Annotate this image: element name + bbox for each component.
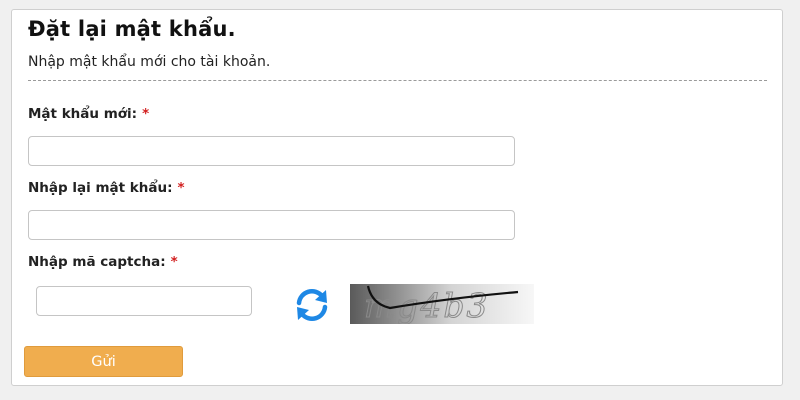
new-password-label-text: Mật khẩu mới: bbox=[28, 106, 138, 122]
page-title: Đặt lại mật khẩu. bbox=[28, 17, 236, 41]
confirm-password-label-text: Nhập lại mật khẩu: bbox=[28, 180, 173, 196]
reset-password-panel: Đặt lại mật khẩu. Nhập mật khẩu mới cho … bbox=[11, 9, 783, 386]
captcha-label-text: Nhập mã captcha: bbox=[28, 254, 166, 270]
submit-button[interactable]: Gửi bbox=[24, 346, 183, 377]
page-subtitle: Nhập mật khẩu mới cho tài khoản. bbox=[28, 54, 271, 70]
new-password-field[interactable] bbox=[28, 136, 515, 166]
required-mark: * bbox=[177, 180, 185, 196]
new-password-label: Mật khẩu mới: * bbox=[28, 106, 149, 122]
captcha-label: Nhập mã captcha: * bbox=[28, 254, 178, 270]
refresh-icon[interactable] bbox=[291, 286, 333, 324]
required-mark: * bbox=[170, 254, 178, 270]
confirm-password-field[interactable] bbox=[28, 210, 515, 240]
captcha-image: mg4b3 bbox=[350, 284, 534, 324]
required-mark: * bbox=[142, 106, 150, 122]
divider bbox=[28, 80, 767, 81]
confirm-password-label: Nhập lại mật khẩu: * bbox=[28, 180, 185, 196]
captcha-input[interactable] bbox=[36, 286, 252, 316]
